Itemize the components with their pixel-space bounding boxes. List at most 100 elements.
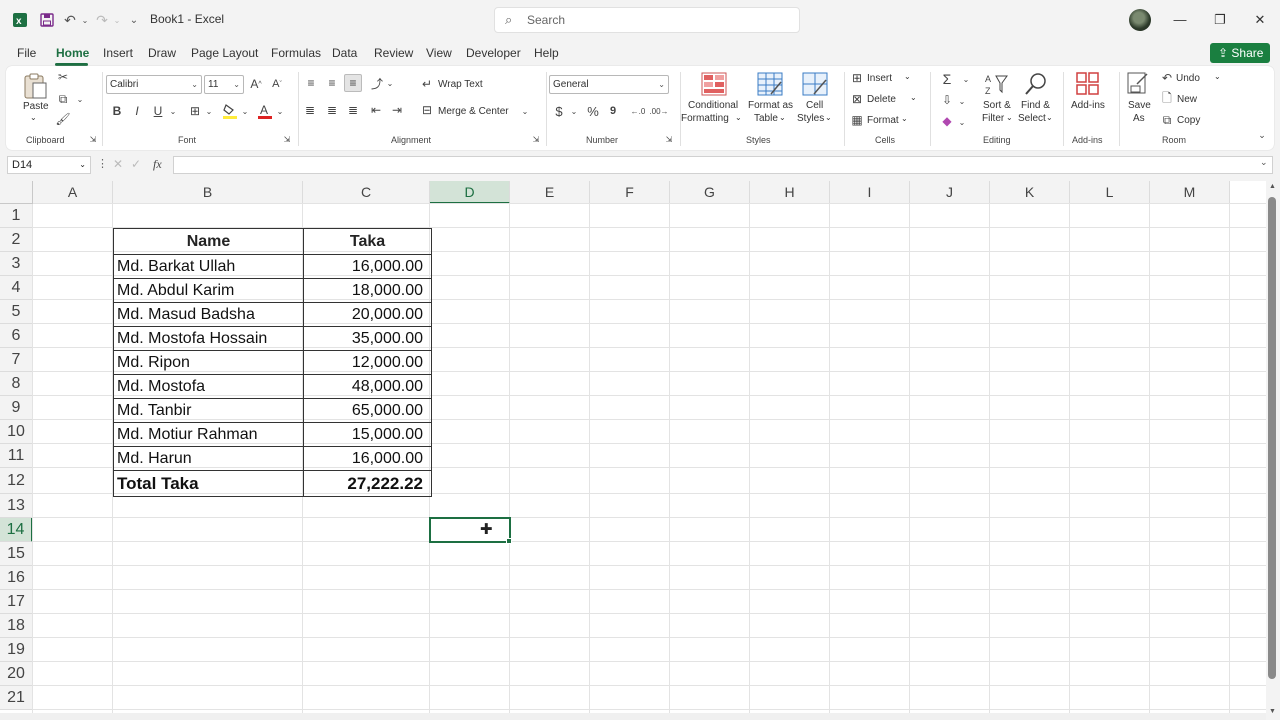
- format-cells-icon[interactable]: ▦: [850, 113, 864, 127]
- find-select-label-1[interactable]: Find &: [1021, 100, 1050, 111]
- paste-icon[interactable]: [22, 72, 48, 100]
- chevron-down-icon[interactable]: ⌄: [779, 113, 786, 122]
- horizontal-scrollbar[interactable]: [0, 713, 1266, 720]
- row-header-9[interactable]: 9: [0, 396, 33, 420]
- font-color-dropdown-icon[interactable]: ⌄: [276, 104, 284, 118]
- row-header-12[interactable]: 12: [0, 468, 33, 494]
- save-as-label-1[interactable]: Save: [1128, 100, 1151, 111]
- cell-styles-label-2[interactable]: Styles: [797, 113, 824, 124]
- row-header-4[interactable]: 4: [0, 276, 33, 300]
- find-select-icon[interactable]: [1024, 72, 1048, 96]
- undo-room-icon[interactable]: ↶: [1160, 71, 1174, 85]
- paste-dropdown-icon[interactable]: ⌄: [30, 113, 37, 122]
- tab-file[interactable]: File: [17, 46, 36, 60]
- column-header-j[interactable]: J: [910, 181, 990, 204]
- taka-cell[interactable]: 12,000.00: [303, 350, 432, 375]
- merge-center-button[interactable]: Merge & Center: [438, 106, 509, 117]
- wrap-text-icon[interactable]: ↵: [420, 77, 434, 91]
- tab-home[interactable]: Home: [56, 46, 89, 60]
- column-header-f[interactable]: F: [590, 181, 670, 204]
- conditional-formatting-icon[interactable]: [701, 72, 727, 96]
- top-align-icon[interactable]: ≡: [304, 76, 318, 90]
- middle-align-icon[interactable]: ≡: [325, 76, 339, 90]
- row-header-17[interactable]: 17: [0, 590, 33, 614]
- decrease-indent-icon[interactable]: ⇤: [369, 103, 383, 117]
- fill-icon[interactable]: ⇩: [940, 93, 954, 107]
- align-right-icon[interactable]: ≣: [346, 103, 360, 117]
- chevron-down-icon[interactable]: ⌄: [825, 113, 832, 122]
- chevron-down-icon[interactable]: ⌄: [1046, 113, 1053, 122]
- row-header-7[interactable]: 7: [0, 348, 33, 372]
- column-header-l[interactable]: L: [1070, 181, 1150, 204]
- tab-data[interactable]: Data: [332, 46, 357, 60]
- row-header-2[interactable]: 2: [0, 228, 33, 252]
- tab-draw[interactable]: Draw: [148, 46, 176, 60]
- active-cell[interactable]: [429, 517, 511, 543]
- number-format-select[interactable]: General ⌄: [549, 75, 669, 94]
- tab-help[interactable]: Help: [534, 46, 559, 60]
- taka-cell[interactable]: 65,000.00: [303, 398, 432, 423]
- column-header-d[interactable]: D: [430, 181, 510, 204]
- fill-color-icon[interactable]: [222, 102, 238, 120]
- taka-cell[interactable]: 48,000.00: [303, 374, 432, 399]
- conditional-formatting-label-1[interactable]: Conditional: [688, 100, 738, 111]
- column-header-c[interactable]: C: [303, 181, 430, 204]
- chevron-down-icon[interactable]: ⌄: [735, 113, 742, 122]
- conditional-formatting-label-2[interactable]: Formatting: [681, 113, 729, 124]
- name-cell[interactable]: Md. Mostofa Hossain: [113, 326, 304, 351]
- undo-button[interactable]: Undo: [1176, 73, 1200, 84]
- cut-icon[interactable]: ✂: [56, 70, 70, 84]
- save-icon[interactable]: [37, 10, 57, 30]
- row-header-11[interactable]: 11: [0, 444, 33, 468]
- bottom-align-icon[interactable]: ≡: [344, 74, 362, 92]
- column-header-k[interactable]: K: [990, 181, 1070, 204]
- scroll-up-icon[interactable]: ▲: [1269, 183, 1276, 190]
- italic-button[interactable]: I: [130, 103, 144, 119]
- delete-cells-button[interactable]: Delete: [867, 94, 896, 105]
- name-cell[interactable]: Md. Mostofa: [113, 374, 304, 399]
- taka-cell[interactable]: 20,000.00: [303, 302, 432, 327]
- format-as-table-icon[interactable]: [757, 72, 783, 96]
- currency-dropdown-icon[interactable]: ⌄: [570, 104, 578, 118]
- row-header-18[interactable]: 18: [0, 614, 33, 638]
- insert-function-icon[interactable]: fx: [153, 157, 162, 172]
- restore-icon[interactable]: ❐: [1210, 10, 1230, 30]
- paste-label[interactable]: Paste: [23, 101, 49, 112]
- fill-handle[interactable]: [506, 538, 512, 544]
- font-launcher-icon[interactable]: ⇲: [282, 134, 292, 144]
- autosum-dropdown-icon[interactable]: ⌄: [962, 72, 970, 86]
- tab-page-layout[interactable]: Page Layout: [191, 46, 258, 60]
- column-header-h[interactable]: H: [750, 181, 830, 204]
- tab-formulas[interactable]: Formulas: [271, 46, 321, 60]
- formula-input[interactable]: [173, 156, 1273, 174]
- worksheet-grid[interactable]: ABCDEFGHIJKLM 1 2 3 4 5 6 7 8 9 10 11 12 13 14 15 16 17 1…: [0, 181, 1266, 720]
- header-cell-taka[interactable]: Taka: [303, 228, 432, 255]
- autosum-icon[interactable]: Σ: [940, 71, 954, 87]
- row-header-13[interactable]: 13: [0, 494, 33, 518]
- tab-view[interactable]: View: [426, 46, 452, 60]
- tab-review[interactable]: Review: [374, 46, 413, 60]
- merge-center-icon[interactable]: ⊟: [420, 103, 434, 117]
- avatar[interactable]: [1129, 9, 1151, 31]
- row-header-8[interactable]: 8: [0, 372, 33, 396]
- fill-color-dropdown-icon[interactable]: ⌄: [241, 104, 249, 118]
- wrap-text-button[interactable]: Wrap Text: [438, 79, 483, 90]
- clear-icon[interactable]: ◆: [940, 114, 954, 128]
- collapse-ribbon-icon[interactable]: ⌄: [1256, 129, 1268, 141]
- chevron-down-icon[interactable]: ⌄: [1006, 113, 1013, 122]
- row-header-20[interactable]: 20: [0, 662, 33, 686]
- minimize-icon[interactable]: —: [1170, 10, 1190, 30]
- column-header-m[interactable]: M: [1150, 181, 1230, 204]
- vertical-scroll-thumb[interactable]: [1268, 197, 1276, 679]
- row-header-19[interactable]: 19: [0, 638, 33, 662]
- select-all-corner[interactable]: [0, 181, 33, 204]
- orientation-dropdown-icon[interactable]: ⌄: [386, 77, 394, 89]
- cell-styles-icon[interactable]: [802, 72, 828, 96]
- name-cell[interactable]: Md. Motiur Rahman: [113, 422, 304, 447]
- chevron-down-icon[interactable]: ⌄: [901, 114, 908, 123]
- decrease-font-icon[interactable]: Aˇ: [270, 76, 284, 92]
- close-icon[interactable]: ✕: [1250, 10, 1270, 30]
- copy-icon[interactable]: ⧉: [56, 92, 70, 106]
- scroll-down-icon[interactable]: ▼: [1269, 708, 1276, 715]
- name-cell[interactable]: Md. Masud Badsha: [113, 302, 304, 327]
